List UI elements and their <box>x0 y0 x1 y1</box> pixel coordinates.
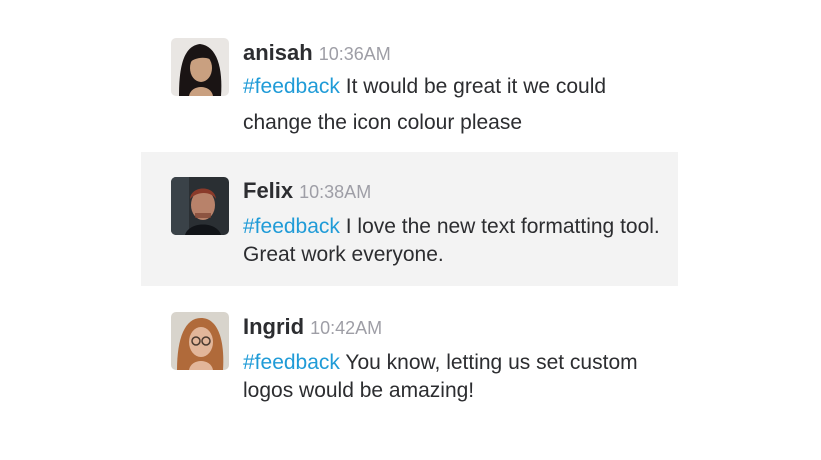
timestamp[interactable]: 10:36AM <box>319 44 391 64</box>
author-name[interactable]: Ingrid <box>243 314 304 339</box>
hashtag-link[interactable]: #feedback <box>243 215 340 238</box>
avatar[interactable] <box>171 38 229 96</box>
author-name[interactable]: Felix <box>243 178 293 203</box>
avatar-image <box>171 38 229 96</box>
timestamp[interactable]: 10:42AM <box>310 318 382 338</box>
message-text: #feedback I love the new text formatting… <box>243 213 670 269</box>
message-item[interactable]: Ingrid 10:42AM #feedback You know, lettin… <box>141 292 678 422</box>
timestamp[interactable]: 10:38AM <box>299 182 371 202</box>
author-name[interactable]: anisah <box>243 40 313 65</box>
message-text: #feedback It would be great it we could … <box>243 69 670 141</box>
hashtag-link[interactable]: #feedback <box>243 75 340 98</box>
avatar[interactable] <box>171 177 229 235</box>
avatar-image <box>171 177 229 235</box>
avatar-image <box>171 312 229 370</box>
message-text: #feedback You know, letting us set custo… <box>243 349 670 405</box>
hashtag-link[interactable]: #feedback <box>243 351 340 374</box>
message-item[interactable]: anisah 10:36AM #feedback It would be grea… <box>141 30 678 146</box>
message-item-highlighted[interactable]: Felix 10:38AM #feedback I love the new te… <box>141 152 678 286</box>
avatar[interactable] <box>171 312 229 370</box>
